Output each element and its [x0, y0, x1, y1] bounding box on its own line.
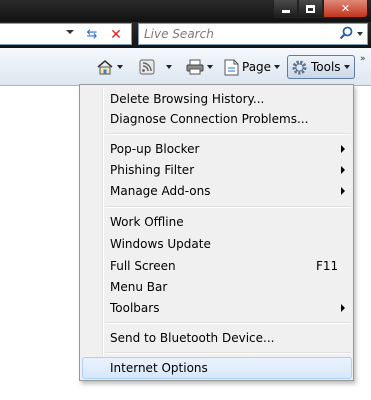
gear-icon	[292, 60, 307, 74]
tools-label: Tools	[311, 60, 341, 74]
menu-item-windows-update[interactable]: Windows Update	[82, 233, 352, 255]
menu-separator	[105, 352, 351, 354]
menu-item-label: Diagnose Connection Problems...	[110, 112, 309, 126]
search-input[interactable]: Live Search	[144, 27, 214, 41]
minimize-button[interactable]	[273, 0, 298, 18]
menu-item-label: Pop-up Blocker	[110, 142, 200, 156]
search-icon[interactable]	[339, 26, 353, 40]
menu-item-label: Toolbars	[110, 301, 160, 315]
menu-separator	[105, 322, 351, 324]
address-dropdown-icon[interactable]	[66, 30, 74, 34]
page-label: Page	[242, 60, 272, 74]
page-icon	[224, 59, 239, 75]
menu-item-phishing-filter[interactable]: Phishing Filter	[82, 159, 352, 181]
menu-item-label: Delete Browsing History...	[110, 92, 265, 106]
refresh-icon[interactable]: ⇆	[84, 28, 100, 42]
window-controls: ✕	[273, 0, 368, 18]
maximize-icon	[306, 4, 315, 13]
page-content-area	[0, 86, 79, 400]
menu-item-manage-addons[interactable]: Manage Add-ons	[82, 180, 352, 202]
close-button[interactable]: ✕	[323, 0, 368, 18]
submenu-arrow-icon	[341, 187, 345, 195]
submenu-arrow-icon	[341, 145, 345, 153]
menu-item-label: Send to Bluetooth Device...	[110, 331, 275, 345]
print-dropdown-icon[interactable]	[207, 65, 213, 69]
search-dropdown-icon[interactable]	[357, 32, 363, 36]
menu-item-delete-browsing-history[interactable]: Delete Browsing History...	[82, 88, 352, 110]
menu-item-popup-blocker[interactable]: Pop-up Blocker	[82, 138, 352, 160]
menu-item-full-screen[interactable]: Full Screen F11	[82, 255, 352, 277]
page-content-area-right	[353, 86, 371, 400]
stop-icon[interactable]: ✕	[108, 27, 124, 43]
tools-button[interactable]: Tools	[287, 55, 355, 79]
menu-item-internet-options[interactable]: Internet Options	[82, 357, 352, 379]
menu-item-label: Manage Add-ons	[110, 184, 211, 198]
menu-item-label: Phishing Filter	[110, 163, 195, 177]
address-row: ⇆ ✕ Live Search	[0, 22, 371, 48]
menu-item-label: Internet Options	[110, 361, 208, 375]
minimize-icon	[281, 9, 290, 13]
menu-item-menu-bar[interactable]: Menu Bar	[82, 276, 352, 298]
menu-item-send-to-bluetooth[interactable]: Send to Bluetooth Device...	[82, 327, 352, 349]
print-icon	[186, 59, 204, 75]
home-button[interactable]	[96, 58, 123, 76]
menu-item-label: Full Screen	[110, 259, 176, 273]
feeds-icon	[139, 59, 155, 75]
page-button[interactable]: Page	[224, 58, 281, 76]
menu-item-work-offline[interactable]: Work Offline	[82, 211, 352, 233]
menu-separator	[105, 206, 351, 208]
chevron-icon[interactable]: »	[360, 54, 365, 64]
menu-separator	[105, 133, 351, 135]
menu-item-shortcut: F11	[316, 259, 339, 273]
menu-item-toolbars[interactable]: Toolbars	[82, 297, 352, 319]
address-bar[interactable]: ⇆ ✕	[0, 23, 132, 45]
menu-item-label: Windows Update	[110, 237, 211, 251]
search-box[interactable]: Live Search	[138, 23, 368, 45]
menu-item-label: Menu Bar	[110, 280, 168, 294]
home-icon	[97, 60, 113, 75]
print-button[interactable]	[186, 58, 213, 76]
submenu-arrow-icon	[341, 166, 345, 174]
menu-item-label: Work Offline	[110, 215, 184, 229]
tools-menu: Delete Browsing History... Diagnose Conn…	[79, 84, 354, 381]
home-dropdown-icon[interactable]	[117, 65, 123, 69]
submenu-arrow-icon	[341, 304, 345, 312]
close-icon: ✕	[340, 2, 351, 15]
maximize-button[interactable]	[298, 0, 323, 18]
title-bar: ✕	[0, 0, 371, 22]
tools-dropdown-icon	[343, 65, 350, 69]
feeds-dropdown-icon[interactable]	[166, 65, 172, 69]
feeds-button[interactable]	[139, 58, 172, 76]
tools-button-content: Tools	[291, 58, 350, 76]
menu-item-diagnose-connection[interactable]: Diagnose Connection Problems...	[82, 108, 352, 130]
command-bar: Page Tools »	[0, 48, 371, 86]
page-dropdown-icon[interactable]	[274, 65, 281, 69]
